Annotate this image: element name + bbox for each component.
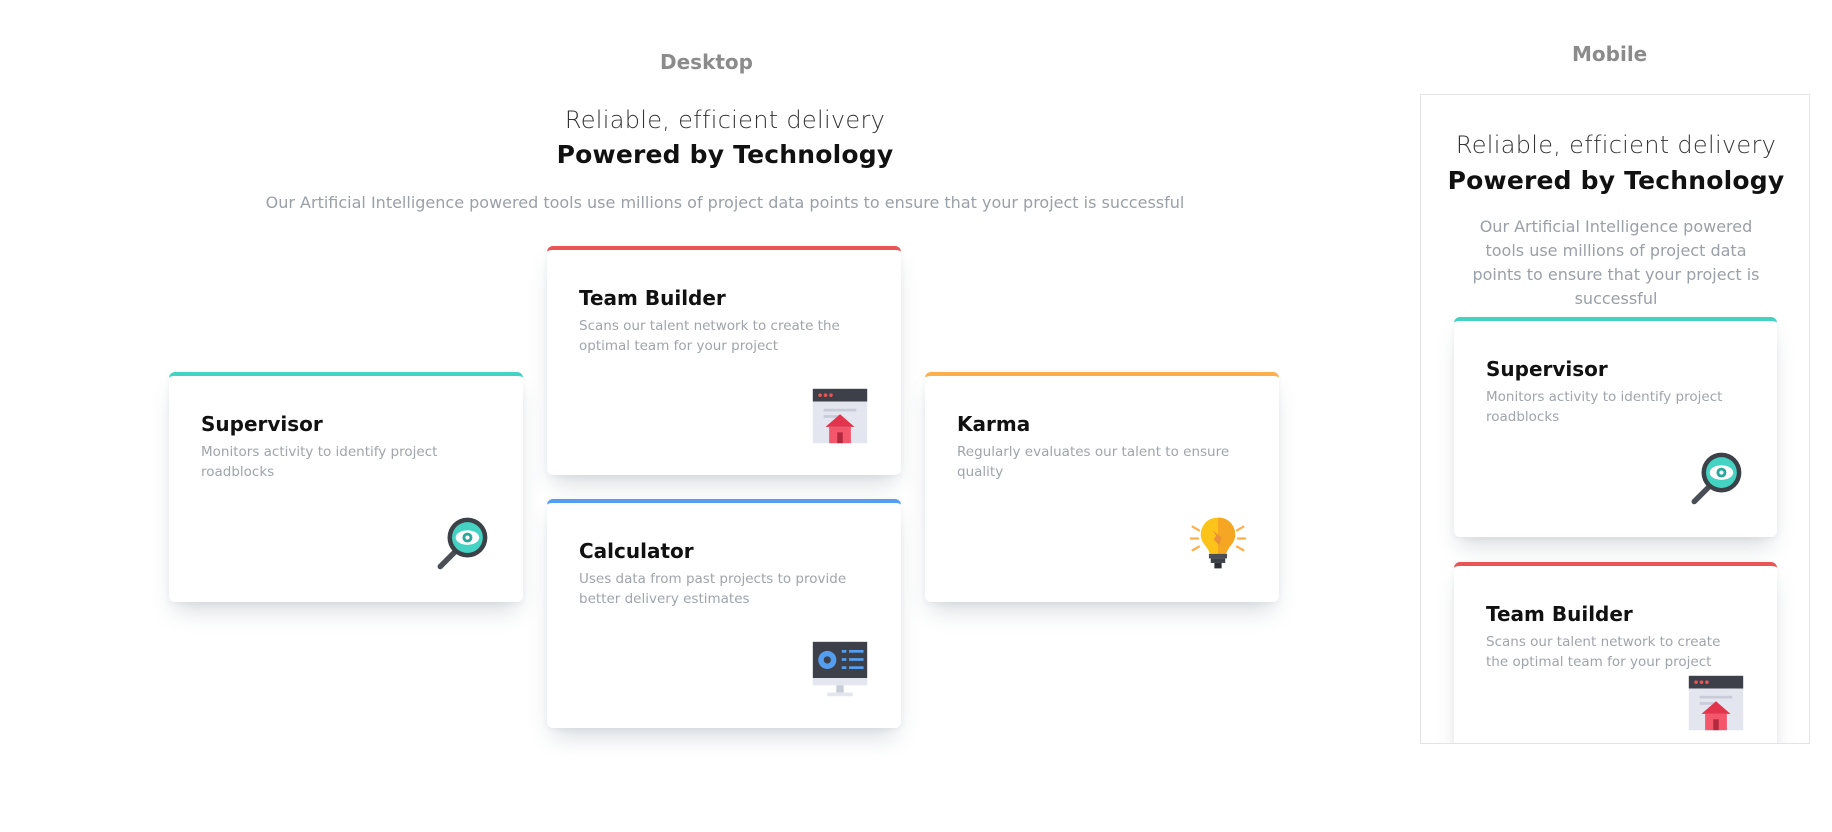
- mobile-preview-frame: Reliable, efficient delivery Powered by …: [1420, 94, 1810, 744]
- magnifier-eye-icon: [437, 517, 488, 570]
- card-karma: Karma Regularly evaluates our talent to …: [925, 372, 1279, 602]
- calculator-monitor-icon: [812, 641, 868, 697]
- card-description: Regularly evaluates our talent to ensure…: [957, 444, 1230, 480]
- tagline: Reliable, efficient delivery: [564, 106, 886, 134]
- card-title: Supervisor: [1486, 357, 1608, 381]
- mobile-view-label: Mobile: [1572, 42, 1648, 66]
- team-builder-window-icon: [1688, 675, 1744, 731]
- card-description: Uses data from past projects to provide …: [579, 571, 847, 607]
- card-title: Calculator: [579, 539, 694, 563]
- card-description: Monitors activity to identify project ro…: [1486, 389, 1723, 425]
- page-description: Our Artificial Intelligence powered tool…: [265, 193, 1185, 212]
- mobile-page-title: Powered by Technology: [1447, 166, 1785, 195]
- mobile-card-team-builder: Team Builder Scans our talent network to…: [1454, 562, 1777, 743]
- card-calculator: Calculator Uses data from past projects …: [547, 499, 901, 728]
- magnifier-eye-icon: [1691, 452, 1742, 505]
- mobile-tagline: Reliable, efficient delivery: [1455, 131, 1777, 159]
- card-description: Scans our talent network to create the o…: [1486, 634, 1721, 670]
- card-title: Karma: [957, 412, 1031, 436]
- card-title: Team Builder: [579, 286, 726, 310]
- card-team-builder: Team Builder Scans our talent network to…: [547, 246, 901, 475]
- card-description: Scans our talent network to create the o…: [579, 318, 840, 354]
- lightbulb-icon: [1189, 517, 1247, 569]
- card-title: Team Builder: [1486, 602, 1633, 626]
- page-title: Powered by Technology: [556, 140, 894, 169]
- mobile-page-description: Our Artificial Intelligence powered tool…: [1472, 217, 1760, 308]
- team-builder-window-icon: [812, 388, 868, 444]
- card-description: Monitors activity to identify project ro…: [201, 444, 438, 480]
- card-supervisor: Supervisor Monitors activity to identify…: [169, 372, 523, 602]
- mobile-card-supervisor: Supervisor Monitors activity to identify…: [1454, 317, 1777, 537]
- card-title: Supervisor: [201, 412, 323, 436]
- desktop-view-label: Desktop: [660, 50, 753, 74]
